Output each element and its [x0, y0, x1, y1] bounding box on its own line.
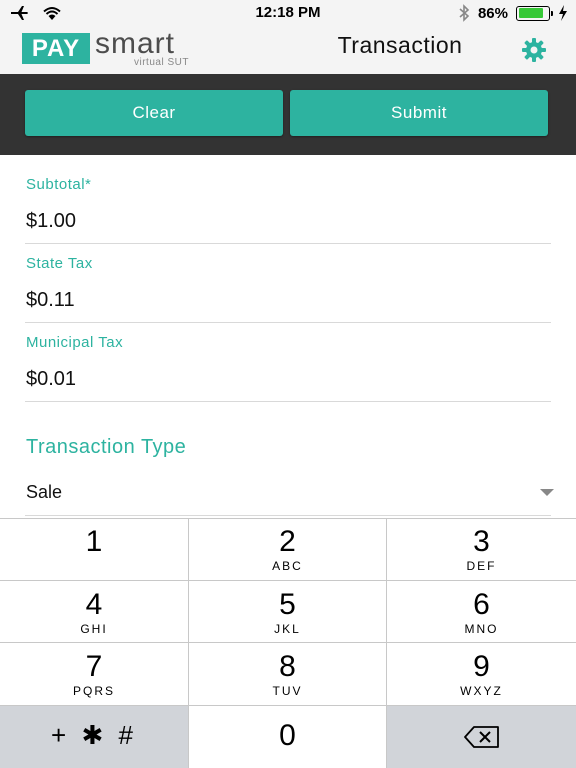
subtotal-underline: [25, 243, 551, 244]
transaction-type-underline: [25, 515, 551, 516]
key-digit: 6: [473, 588, 490, 621]
status-bar: 12:18 PM 86%: [0, 0, 576, 26]
key-1[interactable]: 1: [0, 518, 188, 580]
key-symbols[interactable]: + ✱ #: [0, 706, 188, 768]
key-2[interactable]: 2 ABC: [189, 518, 386, 580]
keypad-divider: [0, 705, 576, 706]
key-digit: 9: [473, 650, 490, 683]
keypad-divider: [188, 518, 189, 768]
key-letters: TUV: [272, 684, 303, 698]
battery-percent: 86%: [477, 4, 508, 22]
key-letters: WXYZ: [460, 684, 503, 698]
keypad-divider: [0, 580, 576, 581]
symbols-label: + ✱ #: [51, 720, 137, 750]
logo-pay: PAY: [22, 33, 90, 64]
key-4[interactable]: 4 GHI: [0, 581, 188, 642]
key-digit: 1: [85, 525, 103, 558]
municipal-tax-input[interactable]: $0.01: [26, 368, 76, 391]
transaction-type-title: Transaction Type: [26, 436, 187, 458]
key-digit: 8: [279, 650, 296, 683]
key-letters: ABC: [272, 559, 303, 573]
key-digit: 3: [473, 525, 490, 558]
key-digit: 4: [85, 588, 103, 621]
action-bar: Clear Submit: [0, 74, 576, 155]
key-9[interactable]: 9 WXYZ: [387, 643, 576, 705]
key-letters: PQRS: [72, 684, 115, 698]
key-3[interactable]: 3 DEF: [387, 518, 576, 580]
key-letters: JKL: [274, 622, 301, 636]
keypad-divider: [386, 518, 387, 768]
app-header: PAY smart virtual SUT Transaction: [0, 26, 576, 74]
numeric-keypad: 1 2 ABC 3 DEF 4 GHI 5 JKL 6 MNO 7 PQRS 8…: [0, 518, 576, 768]
state-tax-underline: [25, 322, 551, 323]
backspace-icon: [463, 726, 499, 748]
keypad-divider: [0, 642, 576, 643]
key-digit: 7: [85, 650, 103, 683]
logo-smart: smart: [95, 27, 175, 60]
key-letters: MNO: [464, 622, 499, 636]
key-7[interactable]: 7 PQRS: [0, 643, 188, 705]
key-digit: 2: [279, 525, 296, 558]
key-digit: 0: [279, 719, 296, 752]
subtotal-input[interactable]: $1.00: [26, 210, 76, 233]
battery-icon: [516, 5, 553, 21]
municipal-tax-underline: [25, 401, 551, 402]
key-8[interactable]: 8 TUV: [189, 643, 386, 705]
municipal-tax-label: Municipal Tax: [26, 334, 124, 351]
key-letters: DEF: [466, 559, 497, 573]
gear-icon[interactable]: [521, 37, 547, 63]
keypad-divider: [0, 518, 576, 519]
key-0[interactable]: 0: [189, 706, 386, 768]
key-letters: GHI: [80, 622, 108, 636]
key-digit: 5: [279, 588, 296, 621]
chevron-down-icon[interactable]: [540, 489, 554, 496]
submit-button[interactable]: Submit: [290, 90, 548, 136]
status-right: 86%: [458, 3, 568, 23]
clear-button[interactable]: Clear: [25, 90, 283, 136]
key-backspace[interactable]: [387, 706, 576, 768]
battery-fill: [518, 8, 544, 18]
state-tax-label: State Tax: [26, 255, 93, 272]
page-title: Transaction: [337, 32, 463, 58]
bluetooth-icon: [459, 4, 470, 22]
logo-sub: virtual SUT: [134, 57, 189, 68]
key-6[interactable]: 6 MNO: [387, 581, 576, 642]
transaction-type-select[interactable]: Sale: [26, 482, 62, 503]
subtotal-label: Subtotal*: [26, 176, 92, 193]
state-tax-input[interactable]: $0.11: [26, 289, 75, 312]
key-5[interactable]: 5 JKL: [189, 581, 386, 642]
charging-icon: [559, 5, 567, 21]
